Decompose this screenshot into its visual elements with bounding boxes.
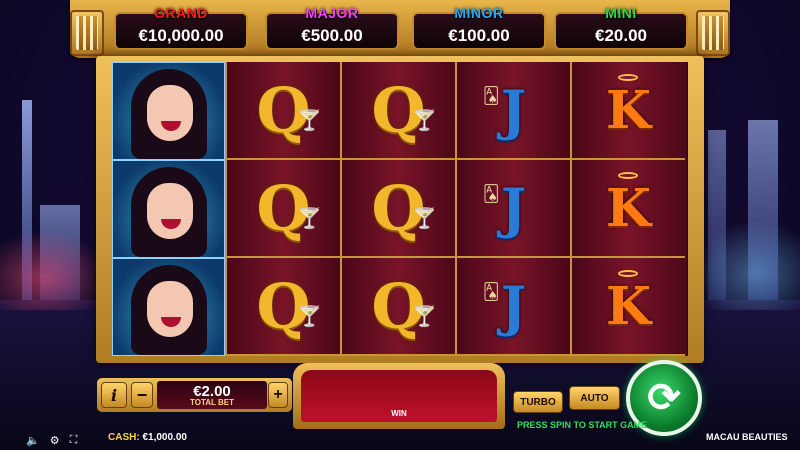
playing-cards-icon: 🂡: [483, 284, 500, 301]
reel-frame: Q 🍸 Q 🍸 Q 🍸 Q 🍸 Q 🍸 Q 🍸 🂡 J 🂡 J 🂡 J K K …: [96, 56, 704, 363]
reel-grid: Q 🍸 Q 🍸 Q 🍸 Q 🍸 Q 🍸 Q 🍸 🂡 J 🂡 J 🂡 J K K …: [112, 62, 688, 356]
decrease-bet-button[interactable]: −: [131, 382, 153, 408]
jackpot-grand: GRAND €10,000.00: [114, 5, 248, 50]
symbol-j: 🂡 J: [457, 62, 570, 160]
info-icon: i: [110, 385, 118, 405]
jackpot-major: MAJOR €500.00: [265, 5, 399, 50]
jackpot-mini: MINI €20.00: [554, 5, 688, 50]
info-button[interactable]: i: [101, 382, 127, 408]
footer-icons: 🔈 ⚙ ⛶: [26, 434, 77, 447]
symbol-q: Q 🍸: [227, 258, 340, 356]
symbol-woman: [112, 258, 225, 356]
jackpot-minor: MINOR €100.00: [412, 5, 546, 50]
symbol-q: Q 🍸: [342, 62, 455, 160]
symbol-j: 🂡 J: [457, 258, 570, 356]
symbol-q: Q 🍸: [342, 258, 455, 356]
k-letter: K: [605, 275, 652, 337]
symbol-k: K: [572, 258, 685, 356]
reel-2: Q 🍸 Q 🍸 Q 🍸: [227, 62, 342, 356]
plus-icon: +: [273, 386, 283, 403]
symbol-k: K: [572, 160, 685, 258]
win-display: WIN: [293, 363, 505, 429]
symbol-q: Q 🍸: [227, 160, 340, 258]
jackpot-mini-label: MINI: [605, 5, 637, 21]
martini-icon: 🍸: [297, 208, 322, 230]
cash-label: CASH:: [108, 432, 140, 443]
minus-icon: −: [136, 384, 148, 405]
martini-icon: 🍸: [412, 306, 437, 328]
martini-icon: 🍸: [412, 208, 437, 230]
cash-value: €1,000.00: [142, 432, 187, 443]
martini-icon: 🍸: [297, 306, 322, 328]
city-glow-left: [0, 230, 110, 310]
k-letter: K: [605, 177, 652, 239]
jackpot-minor-value: €100.00: [448, 26, 510, 45]
k-letter: K: [605, 79, 652, 141]
spin-hint: PRESS SPIN TO START GAME: [517, 420, 648, 430]
playing-cards-icon: 🂡: [483, 186, 500, 203]
auto-button[interactable]: AUTO: [569, 386, 620, 410]
jackpot-major-value: €500.00: [301, 26, 363, 45]
sound-icon[interactable]: 🔈: [26, 434, 40, 447]
symbol-q: Q 🍸: [342, 160, 455, 258]
jackpot-minor-label: MINOR: [454, 5, 504, 21]
turbo-label: TURBO: [520, 396, 556, 408]
jackpot-pillar-left: [70, 10, 104, 56]
symbol-woman: [112, 160, 225, 258]
jackpot-major-label: MAJOR: [305, 5, 359, 21]
symbol-q: Q 🍸: [227, 62, 340, 160]
cash-display: CASH: €1,000.00: [108, 432, 187, 443]
city-glow-right: [690, 220, 800, 310]
win-label: WIN: [391, 409, 407, 418]
jackpot-bar: GRAND €10,000.00 MAJOR €500.00 MINOR €10…: [70, 0, 730, 58]
reel-1: [112, 62, 227, 356]
fullscreen-icon[interactable]: ⛶: [70, 434, 78, 447]
jackpot-grand-value: €10,000.00: [138, 26, 224, 45]
settings-icon[interactable]: ⚙: [50, 434, 60, 447]
reel-4: 🂡 J 🂡 J 🂡 J: [457, 62, 572, 356]
total-bet-label: TOTAL BET: [190, 398, 234, 407]
win-panel: WIN: [301, 370, 497, 422]
symbol-k: K: [572, 62, 685, 160]
jackpot-mini-value: €20.00: [595, 26, 647, 45]
j-letter: J: [500, 274, 527, 338]
jackpot-pillar-right: [696, 10, 730, 56]
spin-icon: ⟳: [647, 376, 681, 420]
symbol-woman: [112, 62, 225, 160]
jackpot-grand-label: GRAND: [154, 5, 208, 21]
total-bet-display: €2.00 TOTAL BET: [157, 381, 267, 409]
j-letter: J: [500, 78, 527, 142]
auto-label: AUTO: [580, 392, 609, 404]
reel-5: K K K: [572, 62, 687, 356]
game-title: MACAU BEAUTIES: [706, 432, 788, 442]
increase-bet-button[interactable]: +: [268, 382, 288, 408]
martini-icon: 🍸: [412, 110, 437, 132]
turbo-button[interactable]: TURBO: [513, 391, 563, 413]
reel-3: Q 🍸 Q 🍸 Q 🍸: [342, 62, 457, 356]
symbol-j: 🂡 J: [457, 160, 570, 258]
playing-cards-icon: 🂡: [483, 88, 500, 105]
j-letter: J: [500, 176, 527, 240]
martini-icon: 🍸: [297, 110, 322, 132]
